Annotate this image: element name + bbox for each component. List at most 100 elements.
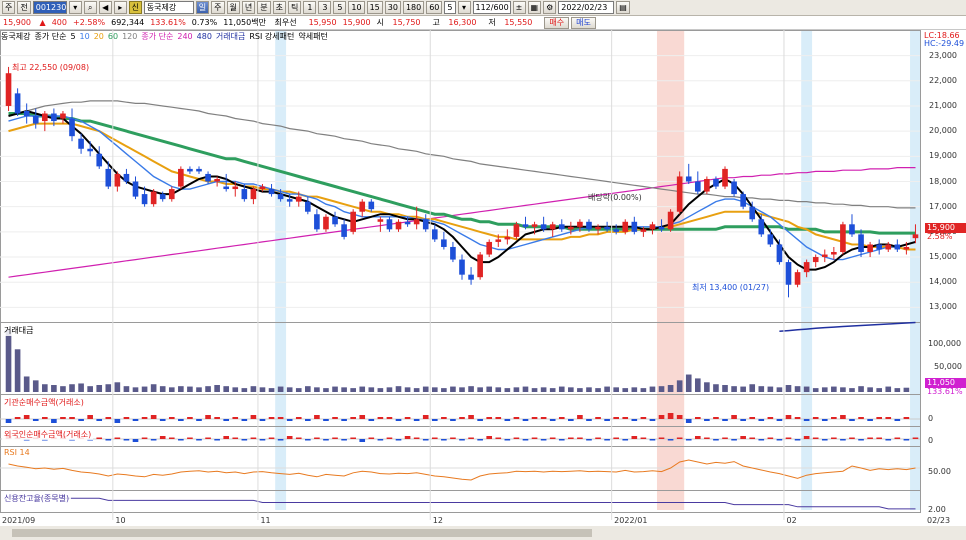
inst-bar [450,419,456,421]
low-annotation: 최저 13,400 (01/27) [692,283,770,292]
inst-bar [840,415,846,419]
candle-body [422,219,429,230]
panel-frame-2 [0,394,921,427]
inst-bar [468,415,474,419]
inst-bar [704,419,710,421]
candle-body [295,196,302,202]
foreign-bar [858,439,864,441]
table-icon[interactable]: ▦ [527,1,542,14]
settings-gear-icon[interactable]: ⚙ [543,1,557,14]
volume-ratio: 133.61% [150,18,186,27]
candle-body [96,153,103,167]
volume-bar [232,387,239,392]
foreign-bar [667,439,674,441]
foreign-bar [812,437,819,439]
inst-panel-label: 기관순매수금액(거래소) [2,397,86,408]
volume-bar [404,387,411,392]
period-second-button[interactable]: 초 [272,1,286,14]
interval-count-input[interactable]: 5 [444,1,456,14]
legend-volume-link[interactable]: 거래대금 [216,31,245,42]
stock-name-field[interactable]: 동국제강 [143,1,194,14]
volume-bar [568,387,574,392]
buy-button[interactable]: 매수 [544,16,570,29]
volume-bar [468,386,474,392]
inst-bar [96,419,103,421]
period-month-button[interactable]: 월 [226,1,240,14]
inst-bar [150,415,157,419]
interval-15-button[interactable]: 15 [366,1,383,14]
chart-area[interactable]: 동국제강 종가 단순 5 10 20 60 120 종가 단순 240 480 … [0,30,966,540]
interval-5-button[interactable]: 5 [333,1,347,14]
next-stock-button[interactable]: ▸ [113,1,127,14]
inst-bar [42,417,48,419]
page-count-field[interactable]: 112/600 [472,1,511,14]
stock-code-input[interactable]: 001230 [32,1,67,14]
candle-body [404,221,411,225]
candle-body [876,244,882,250]
rsi-panel-label: RSI 14 [2,448,32,457]
candle-body [885,244,892,250]
foreign-bar [531,437,538,439]
volume-bar [223,386,230,392]
interval-180-button[interactable]: 180 [402,1,425,14]
calendar-icon[interactable]: ▤ [616,1,630,14]
foreign-bar [604,439,610,441]
inst-bar [549,419,556,421]
foreign-bar [495,437,502,439]
period-tick-button[interactable]: 틱 [288,1,302,14]
foreign-bar [849,437,855,439]
candle-body [223,186,230,190]
price-tick-label: 19,000 [929,151,957,161]
foreign-bar [694,436,701,439]
quote-bar: 15,900 ▲ 400 +2.58% 692,344 133.61% 0.73… [0,16,966,30]
period-day-button[interactable]: 일 [195,1,210,14]
foreign-bar [114,437,121,439]
chart-canvas[interactable] [0,30,966,540]
foreign-bar [350,437,356,439]
inst-bar [667,413,674,419]
foreign-bar [486,436,493,439]
interval-60-button[interactable]: 60 [426,1,443,14]
candle-body [812,257,819,263]
volume-bar [431,387,438,392]
x-tick-label: 10 [115,516,126,525]
volume-bar [268,388,275,392]
market-select[interactable]: 주 [2,1,16,14]
code-dropdown-button[interactable]: ▾ [68,1,82,14]
volume-bar [631,387,638,392]
volume-bar [259,387,266,392]
inst-bar [105,417,112,419]
inst-bar [168,417,175,419]
interval-30-button[interactable]: 30 [384,1,401,14]
interval-10-button[interactable]: 10 [348,1,365,14]
date-input[interactable]: 2022/02/23 [558,1,615,14]
inst-bar [314,415,320,419]
period-year-button[interactable]: 년 [241,1,256,14]
volume-bar [341,387,347,392]
sell-button[interactable]: 매도 [571,16,596,29]
inst-bar [540,417,547,419]
inst-bar [323,419,329,421]
volume-bar [141,386,148,392]
foreign-bar [105,439,112,441]
candle-body [105,168,112,187]
type-select[interactable]: 전 [17,1,31,14]
candle-body [622,221,629,232]
volume-bar [286,387,293,392]
period-minute-button[interactable]: 분 [257,1,271,14]
panel-frame-5 [0,490,921,513]
interval-3-button[interactable]: 3 [318,1,332,14]
zoom-icon[interactable]: ± [512,1,526,14]
search-icon[interactable]: ⌕ [83,1,97,14]
foreign-bar [504,439,511,441]
candle-body [749,206,756,220]
candle-body [785,262,792,285]
period-week-button[interactable]: 주 [211,1,225,14]
volume-bar [205,386,211,392]
prev-stock-button[interactable]: ◀ [98,1,112,14]
inst-bar [903,417,910,419]
candle-body [196,168,202,172]
inst-bar [223,419,230,421]
interval-1-button[interactable]: 1 [303,1,317,14]
count-dropdown-button[interactable]: ▾ [457,1,471,14]
